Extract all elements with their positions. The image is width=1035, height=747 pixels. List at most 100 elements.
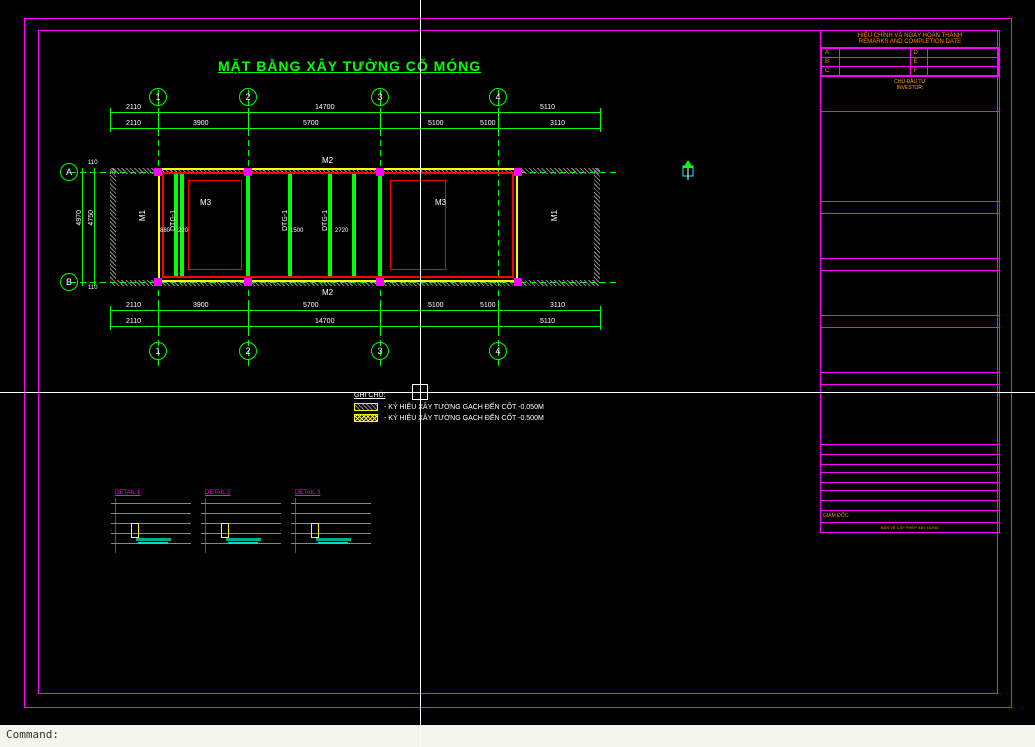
dim-2110-tl: 2110 [126,104,141,111]
dim-110-b: 110 [88,285,98,291]
label-dtg1-2: DTG-1 [282,210,289,231]
dim-2110-bi: 2110 [126,302,141,309]
dim-3900-ti: 3900 [193,120,209,127]
dim-2110-bo: 2110 [126,318,141,325]
legend-item-1: - KÝ HIỆU XÂY TƯỜNG GẠCH ĐẾN CỐT -0.050M [384,404,544,411]
section-detail-2: DETAIL 2 [205,490,275,560]
dim-line-top-outer [110,112,600,113]
col-2b [244,278,252,286]
ext-1 [110,108,111,132]
title-block: HIỆU CHỈNH VÀ NGÀY HOÀN THÀNHREMARKS AND… [820,30,1000,533]
label-m3-1: M3 [200,198,211,207]
ext-b2 [158,306,159,330]
legend-swatch-2 [354,414,378,422]
grid-bubble-4-bot: 4 [489,342,507,360]
gd-label: GIÁM ĐỐC: [823,513,850,519]
section-detail-1: DETAIL 1 [115,490,185,560]
ext-b4 [380,306,381,330]
dim-14700-bo: 14700 [315,318,334,325]
col-2a [244,168,252,176]
legend-title: GHI CHÚ: [354,392,544,399]
detail-3-title: DETAIL 3 [295,490,365,496]
dim-220: 220 [178,228,188,234]
rev-f: F [910,67,928,76]
investor-label2: INVESTOR: [897,85,924,91]
section-detail-3: DETAIL 3 [295,490,365,560]
rev-e: E [910,58,928,67]
col-4b [514,278,522,286]
dim-5110-bo: 5110 [540,318,555,325]
grid-bubble-a: A [60,163,78,181]
grid-bubble-3-bot: 3 [371,342,389,360]
crosshair-pickbox[interactable] [412,384,428,400]
legend: GHI CHÚ: - KÝ HIỆU XÂY TƯỜNG GẠCH ĐẾN CỐ… [354,392,544,425]
dim-line-left-outer [82,168,83,286]
dim-110-t: 110 [88,160,98,166]
dim-3110-bi: 3110 [550,302,565,309]
legend-item-2: - KÝ HIỆU XÂY TƯỜNG GẠCH ĐẾN CỐT -0.500M [384,415,544,422]
grid-bubble-2-top: 2 [239,88,257,106]
dim-3900-bi: 3900 [193,302,209,309]
rev-d: D [910,49,928,58]
titleblock-header2: REMARKS AND COMPLETION DATE [859,39,961,45]
dim-line-bot-outer [110,326,600,327]
wall-hatch-right [594,168,600,286]
label-m2-bot: M2 [322,288,333,297]
dim-5110-tr: 5110 [540,104,555,111]
dim-4970: 4970 [76,210,83,226]
detail-2-title: DETAIL 2 [205,490,275,496]
footer-label: BẢN VẼ CẤP PHÉP XÂY DỰNG [881,525,939,530]
label-m1-l: M1 [138,210,147,221]
ext-b1 [110,306,111,330]
grid-bubble-4-top: 4 [489,88,507,106]
dim-2720: 2720 [335,228,348,234]
wall-g3 [246,174,250,276]
grid-bubble-1-bot: 1 [149,342,167,360]
ext-4 [380,108,381,132]
dim-5100-ti1: 5100 [428,120,444,127]
ext-b6 [600,306,601,330]
room-box-2 [390,180,446,270]
rev-c: C [822,67,840,76]
dim-line-bot-inner [110,310,600,311]
label-m1-r: M1 [550,210,559,221]
ext-b3 [248,306,249,330]
label-dtg1-1: DTG-1 [170,210,177,231]
drawing-title: MẶT BẰNG XÂY TƯỜNG CỔ MÓNG [218,58,481,74]
command-line[interactable]: Command: [0,725,1035,747]
grid-bubble-3-top: 3 [371,88,389,106]
ext-2 [158,108,159,132]
ext-5 [498,108,499,132]
ext-3 [248,108,249,132]
detail-1-title: DETAIL 1 [115,490,185,496]
label-m3-2: M3 [435,198,446,207]
dim-5100-ti2: 5100 [480,120,496,127]
rev-b: B [822,58,840,67]
ext-6 [600,108,601,132]
col-1a [154,168,162,176]
wall-hatch-left [110,168,116,286]
grid-bubble-2-bot: 2 [239,342,257,360]
label-m2-top: M2 [322,156,333,165]
plan-drawing[interactable]: 1 2 3 4 1 2 3 4 A B 2110 14700 5110 2110… [60,80,680,370]
room-box-1 [188,180,242,270]
command-prompt: Command: [6,728,59,741]
label-dtg1-3: DTG-1 [322,210,329,231]
grid-bubble-b: B [60,273,78,291]
wall-g2 [180,174,184,276]
dim-5700-ti: 5700 [303,120,319,127]
dim-4750: 4750 [88,210,95,226]
dim-2110-ti: 2110 [126,120,141,127]
dim-3110-ti: 3110 [550,120,565,127]
legend-swatch-1 [354,403,378,411]
wall-g7 [378,174,382,276]
ext-b5 [498,306,499,330]
north-marker-icon [675,158,701,184]
crosshair-horizontal [0,392,1035,393]
col-1b [154,278,162,286]
dim-880: 880 [160,228,170,234]
dim-5700-bi: 5700 [303,302,319,309]
grid-bubble-1-top: 1 [149,88,167,106]
wall-g6 [352,174,356,276]
col-3b [376,278,384,286]
